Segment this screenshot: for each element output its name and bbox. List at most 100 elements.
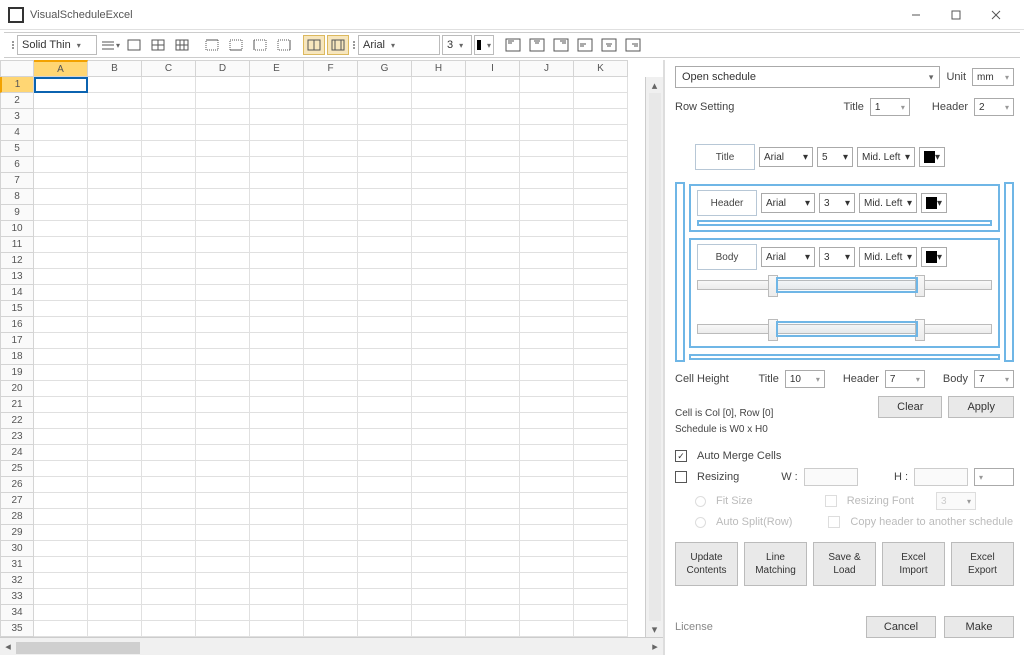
grid-cell[interactable]	[520, 365, 574, 381]
grid-cell[interactable]	[466, 77, 520, 93]
row-header[interactable]: 14	[0, 285, 34, 301]
grid-cell[interactable]	[196, 253, 250, 269]
grid-cell[interactable]	[88, 557, 142, 573]
grid-cell[interactable]	[304, 109, 358, 125]
grid-cell[interactable]	[250, 237, 304, 253]
grid-cell[interactable]	[358, 269, 412, 285]
grid-cell[interactable]	[34, 333, 88, 349]
grid-cell[interactable]	[304, 173, 358, 189]
grid-cell[interactable]	[466, 141, 520, 157]
grid-cell[interactable]	[520, 349, 574, 365]
excel-export-button[interactable]: Excel Export	[951, 542, 1014, 586]
grid-cell[interactable]	[142, 77, 196, 93]
grid-cell[interactable]	[196, 589, 250, 605]
column-header[interactable]: I	[466, 60, 520, 77]
grid-cell[interactable]	[412, 109, 466, 125]
grid-cell[interactable]	[520, 493, 574, 509]
grid-cell[interactable]	[34, 349, 88, 365]
border-bottom-icon[interactable]	[225, 35, 247, 55]
grid-cell[interactable]	[412, 461, 466, 477]
grid-cell[interactable]	[304, 77, 358, 93]
border-all-icon[interactable]	[171, 35, 193, 55]
grid-cell[interactable]	[88, 461, 142, 477]
grid-cell[interactable]	[358, 285, 412, 301]
grid-cell[interactable]	[412, 253, 466, 269]
header-size-dropdown[interactable]: 3▾	[819, 193, 855, 213]
grid-cell[interactable]	[574, 237, 628, 253]
grid-cell[interactable]	[34, 237, 88, 253]
grid-cell[interactable]	[88, 269, 142, 285]
grid-cell[interactable]	[574, 413, 628, 429]
grid-cell[interactable]	[520, 173, 574, 189]
grid-cell[interactable]	[520, 301, 574, 317]
grid-cell[interactable]	[358, 93, 412, 109]
grid-cell[interactable]	[574, 381, 628, 397]
grid-cell[interactable]	[304, 205, 358, 221]
merge-cells-icon[interactable]	[303, 35, 325, 55]
grid-cell[interactable]	[358, 589, 412, 605]
grid-cell[interactable]	[412, 397, 466, 413]
grid-cell[interactable]	[304, 397, 358, 413]
border-left-icon[interactable]	[249, 35, 271, 55]
grid-cell[interactable]	[34, 109, 88, 125]
grid-cell[interactable]	[142, 109, 196, 125]
grid-cell[interactable]	[34, 509, 88, 525]
grid-cell[interactable]	[304, 221, 358, 237]
align-top-center-icon[interactable]	[526, 35, 548, 55]
grid-cell[interactable]	[466, 157, 520, 173]
grid-cell[interactable]	[88, 221, 142, 237]
grid-cell[interactable]	[34, 429, 88, 445]
open-schedule-dropdown[interactable]: Open schedule ▾	[675, 66, 940, 88]
grid-cell[interactable]	[196, 621, 250, 637]
grid-cell[interactable]	[88, 413, 142, 429]
grid-cell[interactable]	[574, 397, 628, 413]
grid-cell[interactable]	[574, 173, 628, 189]
row-header[interactable]: 16	[0, 317, 34, 333]
grid-cell[interactable]	[520, 461, 574, 477]
grid-cell[interactable]	[142, 253, 196, 269]
grid-cell[interactable]	[466, 381, 520, 397]
grid-cell[interactable]	[34, 253, 88, 269]
grid-cell[interactable]	[520, 589, 574, 605]
column-header[interactable]: K	[574, 60, 628, 77]
grid-cell[interactable]	[88, 317, 142, 333]
grid-cell[interactable]	[250, 173, 304, 189]
grid-cell[interactable]	[520, 509, 574, 525]
grid-cell[interactable]	[412, 349, 466, 365]
grid-cell[interactable]	[304, 381, 358, 397]
grid-cell[interactable]	[34, 301, 88, 317]
grid-cell[interactable]	[574, 509, 628, 525]
grid-cell[interactable]	[574, 141, 628, 157]
grid-cell[interactable]	[34, 221, 88, 237]
grid-cell[interactable]	[196, 541, 250, 557]
grid-cell[interactable]	[358, 509, 412, 525]
grid-cell[interactable]	[88, 333, 142, 349]
line-width-dropdown[interactable]: ▾	[99, 35, 121, 55]
grid-cell[interactable]	[142, 397, 196, 413]
grid-cell[interactable]	[196, 461, 250, 477]
line-style-dropdown[interactable]: Solid Thin▾	[17, 35, 97, 55]
grid-cell[interactable]	[88, 109, 142, 125]
grid-cell[interactable]	[88, 157, 142, 173]
diagram-row[interactable]	[697, 280, 992, 290]
grid-cell[interactable]	[88, 205, 142, 221]
grid-cell[interactable]	[358, 157, 412, 173]
row-header[interactable]: 33	[0, 589, 34, 605]
grid-cell[interactable]	[34, 157, 88, 173]
grid-cell[interactable]	[520, 397, 574, 413]
grid-cell[interactable]	[358, 333, 412, 349]
grid-cell[interactable]	[412, 573, 466, 589]
body-size-dropdown[interactable]: 3▾	[819, 247, 855, 267]
unit-dropdown[interactable]: mm▾	[972, 68, 1014, 86]
grid-cell[interactable]	[304, 493, 358, 509]
grid-cell[interactable]	[142, 557, 196, 573]
title-count-dropdown[interactable]: 1▾	[870, 98, 910, 116]
row-header[interactable]: 22	[0, 413, 34, 429]
grid-cell[interactable]	[196, 189, 250, 205]
grid-cell[interactable]	[466, 109, 520, 125]
grid-cell[interactable]	[358, 317, 412, 333]
grid-cell[interactable]	[34, 189, 88, 205]
grid-cell[interactable]	[304, 349, 358, 365]
grid-cell[interactable]	[412, 509, 466, 525]
grid-cell[interactable]	[34, 445, 88, 461]
